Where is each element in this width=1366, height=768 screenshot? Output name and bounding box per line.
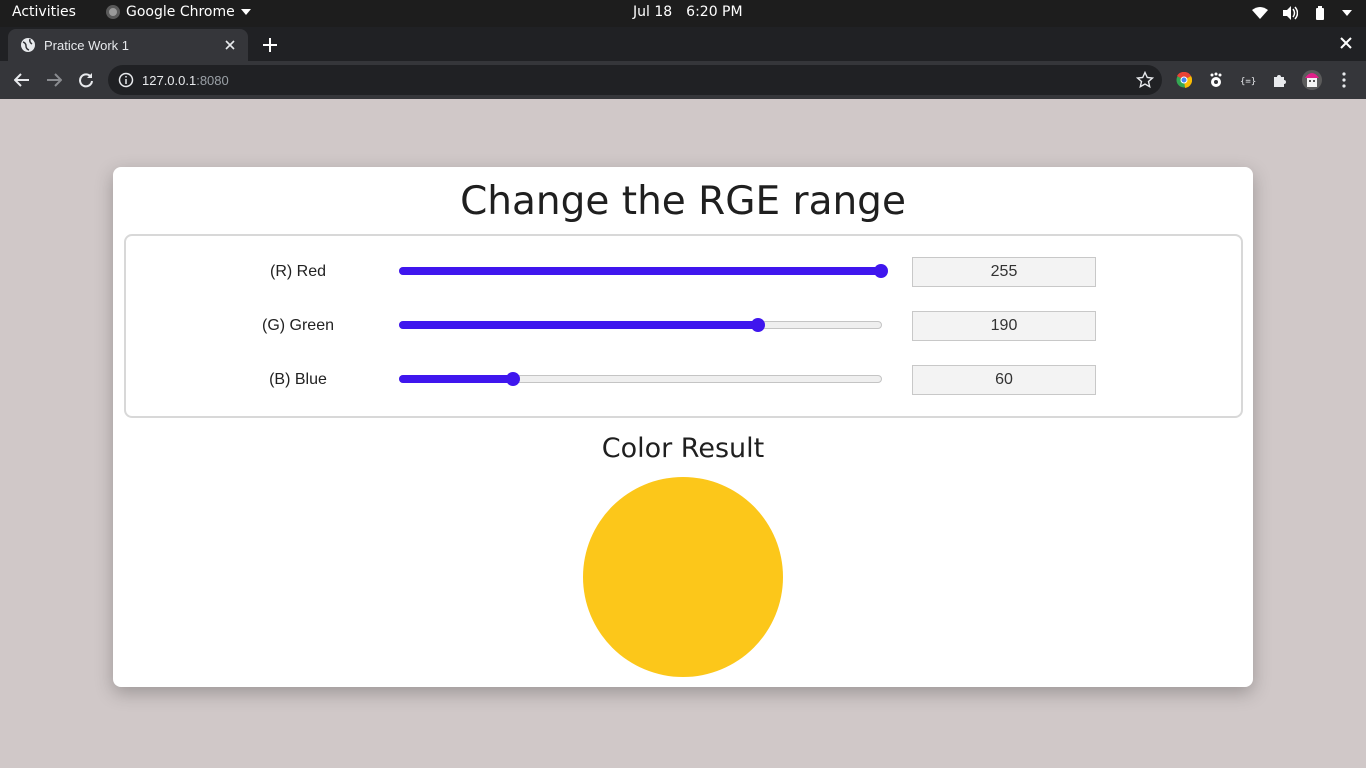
activities-button[interactable]: Activities [12,4,76,20]
new-tab-button[interactable] [258,33,282,57]
tab-close-icon[interactable] [220,35,240,55]
system-menu-caret-icon [1342,10,1352,16]
slider-blue[interactable] [399,372,882,386]
slider-label-green: (G) Green [261,317,334,334]
svg-text:{=}: {=} [1240,77,1256,87]
globe-icon [21,38,35,52]
slider-fill-green [399,321,758,329]
slider-row-red: (R) Red 255 [126,257,1241,287]
caret-down-icon [240,9,251,15]
extension-json-icon[interactable]: {=} [1238,70,1258,90]
close-icon [1340,37,1352,49]
slider-label-red: (R) Red [269,263,326,280]
slider-green[interactable] [399,318,882,332]
browser-tab[interactable]: Pratice Work 1 [8,29,248,61]
slider-row-blue: (B) Blue 60 [126,365,1241,395]
chrome-icon [106,5,120,19]
arrow-left-icon [14,73,29,87]
bookmark-star-icon[interactable] [1136,71,1154,89]
clock[interactable]: Jul 18 6:20 PM [633,4,743,20]
value-field-green[interactable]: 190 [912,311,1096,341]
slider-thumb-red[interactable] [874,264,888,278]
slider-panel: (R) Red 255 (G) Green 190 (B) Blue 60 [124,234,1243,418]
url-port: :8080 [196,72,229,88]
tab-strip: Pratice Work 1 [0,27,1366,61]
extension-chrome-icon[interactable] [1174,70,1194,90]
battery-icon [1316,6,1324,20]
extensions-puzzle-icon[interactable] [1270,70,1290,90]
slider-label-blue: (B) Blue [269,371,327,388]
info-icon[interactable] [118,72,134,88]
plus-icon [263,38,277,52]
slider-thumb-blue[interactable] [506,372,521,386]
url-host: 127.0.0.1 [142,72,197,88]
slider-fill-red [399,267,880,275]
tab-title: Pratice Work 1 [44,37,130,53]
url-text: 127.0.0.1:8080 [142,73,229,88]
system-tray[interactable] [1252,5,1352,21]
arrow-right-icon [47,73,62,87]
kebab-menu-icon [1342,72,1346,88]
slider-row-green: (G) Green 190 [126,311,1241,341]
slider-red[interactable] [399,264,888,278]
page-title: Change the RGE range [460,179,906,224]
address-bar[interactable]: 127.0.0.1:8080 [108,65,1162,95]
back-button[interactable] [10,68,34,92]
time: 6:20 PM [686,4,743,20]
app-name: Google Chrome [126,4,235,20]
rgb-card: Change the RGE range (R) Red 255 (G) Gre… [113,167,1253,687]
value-field-blue[interactable]: 60 [912,365,1096,395]
result-title: Color Result [601,433,765,464]
color-result-circle [583,477,783,677]
app-menu[interactable]: Google Chrome [106,4,251,20]
wifi-icon [1252,7,1268,19]
value-field-red[interactable]: 255 [912,257,1096,287]
browser-toolbar: 127.0.0.1:8080 {=} [0,61,1366,99]
browser-menu-button[interactable] [1334,70,1354,90]
volume-icon [1283,6,1298,20]
forward-button[interactable] [42,68,66,92]
date: Jul 18 [633,4,673,20]
system-top-bar: Activities Google Chrome Jul 18 6:20 PM [0,0,1366,27]
window-close-button[interactable] [1336,33,1356,53]
extension-gnome-icon[interactable] [1206,70,1226,90]
slider-fill-blue [399,375,513,383]
profile-avatar[interactable] [1302,70,1322,90]
reload-icon [79,73,93,88]
slider-thumb-green[interactable] [751,318,766,332]
reload-button[interactable] [74,68,98,92]
